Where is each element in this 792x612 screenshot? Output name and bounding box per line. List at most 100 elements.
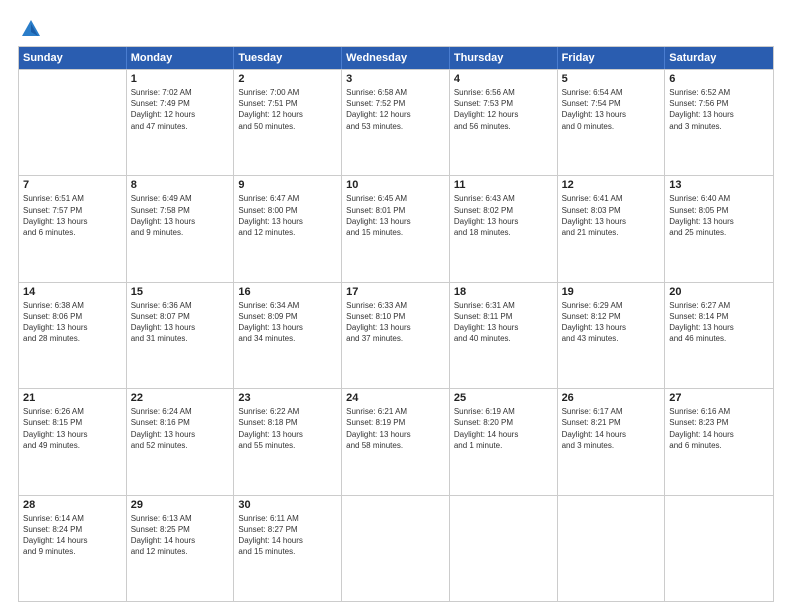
calendar-cell: 5Sunrise: 6:54 AM Sunset: 7:54 PM Daylig…: [558, 70, 666, 175]
day-number: 11: [454, 179, 553, 191]
calendar-cell: 23 Sunrise: 6:22 AM Sunset: 8:18 PM Dayli…: [234, 389, 342, 494]
day-number: 27: [669, 392, 769, 404]
day-info: Sunrise: 6:21 AM Sunset: 8:19 PM Dayligh…: [346, 406, 445, 451]
week-row-5: 28 Sunrise: 6:14 AM Sunset: 8:24 PM Dayli…: [19, 495, 773, 601]
calendar-cell: 14 Sunrise: 6:38 AM Sunset: 8:06 PM Dayli…: [19, 283, 127, 388]
weekday-header-sunday: Sunday: [19, 47, 127, 69]
calendar-cell: 10 Sunrise: 6:45 AM Sunset: 8:01 PM Dayli…: [342, 176, 450, 281]
weekday-header-thursday: Thursday: [450, 47, 558, 69]
day-info: Sunrise: 6:34 AM Sunset: 8:09 PM Dayligh…: [238, 300, 337, 345]
day-number: 15: [131, 286, 230, 298]
calendar-cell: 3Sunrise: 6:58 AM Sunset: 7:52 PM Daylig…: [342, 70, 450, 175]
day-info: Sunrise: 6:56 AM Sunset: 7:53 PM Dayligh…: [454, 87, 553, 132]
calendar-header: SundayMondayTuesdayWednesdayThursdayFrid…: [19, 47, 773, 69]
day-info: Sunrise: 6:51 AM Sunset: 7:57 PM Dayligh…: [23, 193, 122, 238]
week-row-1: 1 Sunrise: 7:02 AM Sunset: 7:49 PM Daylig…: [19, 69, 773, 175]
calendar-cell: 4 Sunrise: 6:56 AM Sunset: 7:53 PM Daylig…: [450, 70, 558, 175]
calendar-cell: 8Sunrise: 6:49 AM Sunset: 7:58 PM Daylig…: [127, 176, 235, 281]
day-number: 13: [669, 179, 769, 191]
day-info: Sunrise: 6:47 AM Sunset: 8:00 PM Dayligh…: [238, 193, 337, 238]
calendar-cell: 28 Sunrise: 6:14 AM Sunset: 8:24 PM Dayli…: [19, 496, 127, 601]
day-number: 16: [238, 286, 337, 298]
calendar-cell: 26 Sunrise: 6:17 AM Sunset: 8:21 PM Dayli…: [558, 389, 666, 494]
day-number: 26: [562, 392, 661, 404]
day-number: 17: [346, 286, 445, 298]
page: SundayMondayTuesdayWednesdayThursdayFrid…: [0, 0, 792, 612]
day-number: 21: [23, 392, 122, 404]
week-row-2: 7 Sunrise: 6:51 AM Sunset: 7:57 PM Daylig…: [19, 175, 773, 281]
day-info: Sunrise: 6:19 AM Sunset: 8:20 PM Dayligh…: [454, 406, 553, 451]
week-row-4: 21 Sunrise: 6:26 AM Sunset: 8:15 PM Dayli…: [19, 388, 773, 494]
weekday-header-tuesday: Tuesday: [234, 47, 342, 69]
day-info: Sunrise: 6:13 AM Sunset: 8:25 PM Dayligh…: [131, 513, 230, 558]
day-info: Sunrise: 6:14 AM Sunset: 8:24 PM Dayligh…: [23, 513, 122, 558]
calendar-cell: 12 Sunrise: 6:41 AM Sunset: 8:03 PM Dayli…: [558, 176, 666, 281]
day-info: Sunrise: 7:02 AM Sunset: 7:49 PM Dayligh…: [131, 87, 230, 132]
calendar-cell: 13 Sunrise: 6:40 AM Sunset: 8:05 PM Dayli…: [665, 176, 773, 281]
header: [18, 18, 774, 36]
day-info: Sunrise: 6:26 AM Sunset: 8:15 PM Dayligh…: [23, 406, 122, 451]
weekday-header-friday: Friday: [558, 47, 666, 69]
day-info: Sunrise: 6:45 AM Sunset: 8:01 PM Dayligh…: [346, 193, 445, 238]
day-number: 10: [346, 179, 445, 191]
calendar-cell: 24 Sunrise: 6:21 AM Sunset: 8:19 PM Dayli…: [342, 389, 450, 494]
logo: [18, 18, 42, 36]
day-info: Sunrise: 6:29 AM Sunset: 8:12 PM Dayligh…: [562, 300, 661, 345]
day-info: Sunrise: 6:58 AM Sunset: 7:52 PM Dayligh…: [346, 87, 445, 132]
calendar-cell: 16 Sunrise: 6:34 AM Sunset: 8:09 PM Dayli…: [234, 283, 342, 388]
calendar-cell: [665, 496, 773, 601]
calendar-cell: [342, 496, 450, 601]
day-info: Sunrise: 6:22 AM Sunset: 8:18 PM Dayligh…: [238, 406, 337, 451]
day-number: 23: [238, 392, 337, 404]
calendar-cell: 21 Sunrise: 6:26 AM Sunset: 8:15 PM Dayli…: [19, 389, 127, 494]
day-number: 22: [131, 392, 230, 404]
day-info: Sunrise: 6:36 AM Sunset: 8:07 PM Dayligh…: [131, 300, 230, 345]
day-info: Sunrise: 6:40 AM Sunset: 8:05 PM Dayligh…: [669, 193, 769, 238]
calendar-cell: 11Sunrise: 6:43 AM Sunset: 8:02 PM Dayli…: [450, 176, 558, 281]
day-info: Sunrise: 6:16 AM Sunset: 8:23 PM Dayligh…: [669, 406, 769, 451]
day-number: 4: [454, 73, 553, 85]
calendar-cell: 29 Sunrise: 6:13 AM Sunset: 8:25 PM Dayli…: [127, 496, 235, 601]
day-number: 12: [562, 179, 661, 191]
day-number: 25: [454, 392, 553, 404]
calendar-cell: [558, 496, 666, 601]
day-number: 9: [238, 179, 337, 191]
calendar-cell: [19, 70, 127, 175]
day-info: Sunrise: 6:17 AM Sunset: 8:21 PM Dayligh…: [562, 406, 661, 451]
day-number: 6: [669, 73, 769, 85]
calendar-body: 1 Sunrise: 7:02 AM Sunset: 7:49 PM Daylig…: [19, 69, 773, 601]
day-number: 19: [562, 286, 661, 298]
day-info: Sunrise: 6:31 AM Sunset: 8:11 PM Dayligh…: [454, 300, 553, 345]
day-number: 8: [131, 179, 230, 191]
day-number: 18: [454, 286, 553, 298]
calendar: SundayMondayTuesdayWednesdayThursdayFrid…: [18, 46, 774, 602]
calendar-cell: 7 Sunrise: 6:51 AM Sunset: 7:57 PM Daylig…: [19, 176, 127, 281]
calendar-cell: 18 Sunrise: 6:31 AM Sunset: 8:11 PM Dayli…: [450, 283, 558, 388]
calendar-cell: 9 Sunrise: 6:47 AM Sunset: 8:00 PM Daylig…: [234, 176, 342, 281]
day-number: 14: [23, 286, 122, 298]
weekday-header-wednesday: Wednesday: [342, 47, 450, 69]
day-number: 29: [131, 499, 230, 511]
day-number: 5: [562, 73, 661, 85]
weekday-header-monday: Monday: [127, 47, 235, 69]
day-info: Sunrise: 6:33 AM Sunset: 8:10 PM Dayligh…: [346, 300, 445, 345]
calendar-cell: 17 Sunrise: 6:33 AM Sunset: 8:10 PM Dayli…: [342, 283, 450, 388]
day-number: 7: [23, 179, 122, 191]
calendar-cell: 22Sunrise: 6:24 AM Sunset: 8:16 PM Dayli…: [127, 389, 235, 494]
calendar-cell: 25 Sunrise: 6:19 AM Sunset: 8:20 PM Dayli…: [450, 389, 558, 494]
day-number: 28: [23, 499, 122, 511]
day-info: Sunrise: 6:38 AM Sunset: 8:06 PM Dayligh…: [23, 300, 122, 345]
day-number: 30: [238, 499, 337, 511]
day-number: 24: [346, 392, 445, 404]
day-number: 1: [131, 73, 230, 85]
week-row-3: 14 Sunrise: 6:38 AM Sunset: 8:06 PM Dayli…: [19, 282, 773, 388]
day-info: Sunrise: 6:41 AM Sunset: 8:03 PM Dayligh…: [562, 193, 661, 238]
logo-icon: [20, 18, 42, 40]
day-info: Sunrise: 6:27 AM Sunset: 8:14 PM Dayligh…: [669, 300, 769, 345]
day-info: Sunrise: 6:11 AM Sunset: 8:27 PM Dayligh…: [238, 513, 337, 558]
calendar-cell: 27 Sunrise: 6:16 AM Sunset: 8:23 PM Dayli…: [665, 389, 773, 494]
day-number: 20: [669, 286, 769, 298]
calendar-cell: [450, 496, 558, 601]
calendar-cell: 15 Sunrise: 6:36 AM Sunset: 8:07 PM Dayli…: [127, 283, 235, 388]
calendar-cell: 20 Sunrise: 6:27 AM Sunset: 8:14 PM Dayli…: [665, 283, 773, 388]
